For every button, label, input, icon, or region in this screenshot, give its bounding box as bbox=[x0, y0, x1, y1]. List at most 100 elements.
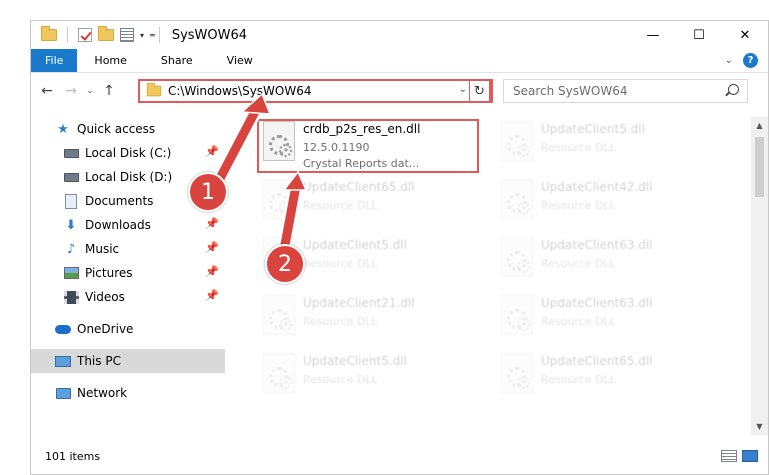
file-name: UpdateClient21.dll bbox=[303, 296, 415, 310]
properties-check-icon[interactable] bbox=[78, 28, 92, 42]
sidebar-item-downloads[interactable]: ⬇ Downloads 📌 bbox=[31, 213, 225, 237]
vertical-scrollbar[interactable]: ▲ ▼ bbox=[751, 117, 768, 435]
pictures-icon bbox=[63, 265, 79, 281]
tab-view[interactable]: View bbox=[210, 49, 270, 72]
file-name: UpdateClient42.dll bbox=[541, 180, 653, 194]
up-button[interactable]: ↑ bbox=[97, 83, 121, 99]
search-box[interactable]: Search SysWOW64 bbox=[503, 79, 748, 103]
pin-icon[interactable]: 📌 bbox=[205, 241, 219, 254]
sidebar-item-label: Music bbox=[85, 242, 120, 256]
tab-file[interactable]: File bbox=[31, 49, 78, 72]
file-tile[interactable]: UpdateClient5.dll Resource DLL bbox=[491, 119, 715, 177]
file-tile[interactable]: UpdateClient65.dll Resource DLL bbox=[253, 177, 477, 235]
dll-file-icon bbox=[501, 121, 533, 161]
file-tile[interactable]: UpdateClient5.dll Resource DLL bbox=[253, 351, 477, 409]
rename-icon[interactable] bbox=[120, 28, 134, 42]
dll-file-icon bbox=[501, 353, 533, 393]
minimize-button[interactable]: — bbox=[630, 21, 676, 49]
toolbar-overflow-icon[interactable]: ═ bbox=[150, 31, 155, 40]
quick-access-toolbar: ▾ ═ bbox=[41, 26, 155, 43]
file-name: UpdateClient5.dll bbox=[303, 238, 407, 252]
file-type: Resource DLL bbox=[303, 315, 378, 328]
forward-button[interactable]: → bbox=[59, 83, 83, 99]
refresh-button[interactable]: ↻ bbox=[469, 79, 491, 103]
address-dropdown-icon[interactable]: ⌄ bbox=[459, 84, 467, 95]
file-name: UpdateClient63.dll bbox=[541, 238, 653, 252]
title-bar: ▾ ═ SysWOW64 — ☐ ✕ bbox=[31, 21, 768, 49]
sidebar-item-local-disk-c[interactable]: Local Disk (C:) 📌 bbox=[31, 141, 225, 165]
star-icon: ★ bbox=[57, 121, 69, 137]
step-2-badge: 2 bbox=[265, 244, 305, 284]
scroll-thumb[interactable] bbox=[755, 137, 764, 197]
help-icon[interactable]: ? bbox=[743, 53, 758, 68]
window-controls: — ☐ ✕ bbox=[630, 21, 768, 49]
sidebar-item-label: Local Disk (D:) bbox=[85, 170, 173, 184]
document-icon bbox=[63, 193, 79, 209]
recent-locations-button[interactable]: ⌄ bbox=[83, 86, 97, 96]
file-type: Resource DLL bbox=[541, 315, 616, 328]
highlight-box bbox=[257, 119, 479, 173]
folder-icon bbox=[41, 26, 57, 41]
address-folder-icon bbox=[146, 82, 162, 97]
sidebar-item-label: Local Disk (C:) bbox=[85, 146, 172, 160]
file-type: Resource DLL bbox=[541, 141, 616, 154]
pin-icon[interactable]: 📌 bbox=[205, 289, 219, 302]
sidebar-item-label: Videos bbox=[85, 290, 125, 304]
customize-toolbar-chevron-icon[interactable]: ▾ bbox=[140, 31, 144, 40]
address-bar[interactable]: C:\Windows\SysWOW64 ⌄ ↻ bbox=[138, 79, 493, 103]
file-type: Resource DLL bbox=[541, 199, 616, 212]
back-button[interactable]: ← bbox=[35, 83, 59, 99]
file-tile[interactable]: UpdateClient65.dll Resource DLL bbox=[491, 351, 715, 409]
maximize-button[interactable]: ☐ bbox=[676, 21, 722, 49]
ribbon-right: ⌄ ? bbox=[725, 49, 768, 72]
sidebar-item-quick-access[interactable]: ★ Quick access bbox=[31, 117, 225, 141]
file-tile[interactable]: UpdateClient42.dll Resource DLL bbox=[491, 177, 715, 235]
scroll-up-arrow-icon[interactable]: ▲ bbox=[751, 117, 768, 134]
navigation-bar: ← → ⌄ ↑ C:\Windows\SysWOW64 ⌄ ↻ Search S… bbox=[31, 74, 768, 108]
large-icons-view-icon[interactable] bbox=[742, 450, 758, 462]
pin-icon[interactable]: 📌 bbox=[205, 217, 219, 230]
sidebar-item-label: Network bbox=[77, 386, 128, 400]
sidebar-item-videos[interactable]: Videos 📌 bbox=[31, 285, 225, 309]
scroll-down-arrow-icon[interactable]: ▼ bbox=[751, 418, 768, 435]
network-icon bbox=[55, 385, 71, 401]
file-tile[interactable]: UpdateClient63.dll Resource DLL bbox=[491, 235, 715, 293]
ribbon-tabs: File Home Share View ⌄ ? bbox=[31, 49, 768, 73]
search-icon[interactable] bbox=[728, 84, 739, 95]
sidebar-item-label: OneDrive bbox=[77, 322, 134, 336]
file-type: Resource DLL bbox=[541, 257, 616, 270]
new-folder-icon[interactable] bbox=[98, 26, 114, 41]
file-type: Resource DLL bbox=[303, 199, 378, 212]
tab-share[interactable]: Share bbox=[144, 49, 210, 72]
drive-icon bbox=[63, 169, 79, 185]
explorer-window: ▾ ═ SysWOW64 — ☐ ✕ File Home Share View … bbox=[30, 20, 769, 475]
sidebar-item-network[interactable]: Network bbox=[31, 381, 225, 405]
sidebar-item-this-pc[interactable]: This PC bbox=[31, 349, 225, 373]
file-tile[interactable]: UpdateClient21.dll Resource DLL bbox=[253, 293, 477, 351]
navigation-pane: ★ Quick access Local Disk (C:) 📌 Local D… bbox=[31, 117, 225, 437]
dll-file-icon bbox=[263, 353, 295, 393]
tab-home[interactable]: Home bbox=[77, 49, 143, 72]
music-icon: ♪ bbox=[66, 241, 76, 257]
item-count: 101 items bbox=[45, 449, 101, 463]
sidebar-item-label: Pictures bbox=[85, 266, 133, 280]
sidebar-item-pictures[interactable]: Pictures 📌 bbox=[31, 261, 225, 285]
expand-ribbon-chevron-icon[interactable]: ⌄ bbox=[725, 55, 733, 66]
sidebar-item-music[interactable]: ♪ Music 📌 bbox=[31, 237, 225, 261]
sidebar-item-label: Downloads bbox=[85, 218, 151, 232]
search-input[interactable]: Search SysWOW64 bbox=[513, 84, 627, 98]
cloud-icon bbox=[55, 321, 71, 337]
details-view-icon[interactable] bbox=[721, 450, 737, 462]
file-tile[interactable]: UpdateClient63.dll Resource DLL bbox=[491, 293, 715, 351]
dll-file-icon bbox=[501, 179, 533, 219]
step-1-badge: 1 bbox=[188, 172, 228, 212]
pin-icon[interactable]: 📌 bbox=[205, 265, 219, 278]
pin-icon[interactable]: 📌 bbox=[205, 145, 219, 158]
file-name: UpdateClient5.dll bbox=[541, 122, 645, 136]
sidebar-item-label: This PC bbox=[77, 354, 121, 368]
address-path[interactable]: C:\Windows\SysWOW64 bbox=[168, 84, 312, 98]
sidebar-item-onedrive[interactable]: OneDrive bbox=[31, 317, 225, 341]
sidebar-item-label: Documents bbox=[85, 194, 154, 208]
download-icon: ⬇ bbox=[65, 217, 77, 233]
close-button[interactable]: ✕ bbox=[722, 21, 768, 49]
